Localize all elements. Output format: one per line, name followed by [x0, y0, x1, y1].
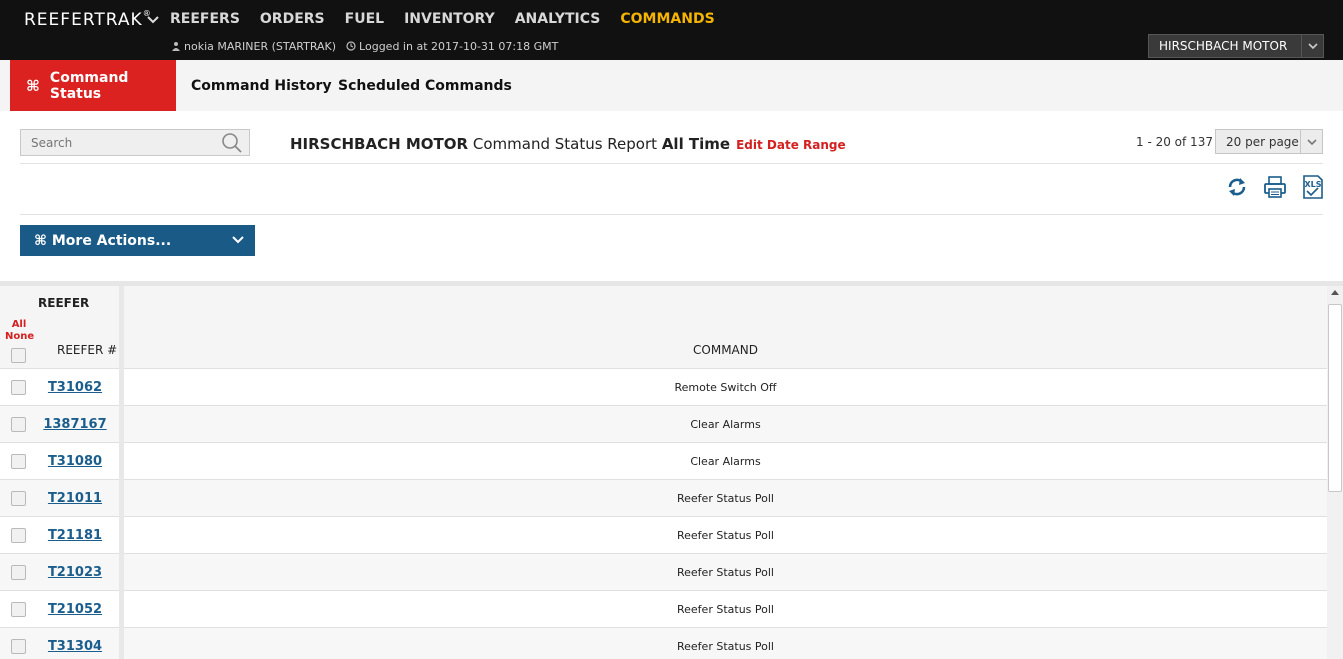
clock-icon [346, 41, 356, 51]
refresh-icon[interactable] [1225, 175, 1249, 199]
reefer-header: REEFER All None REEFER # [0, 286, 119, 369]
tab-command-status[interactable]: ⌘ Command Status [10, 60, 176, 111]
command-cell: Clear Alarms [690, 455, 761, 468]
command-cell: Reefer Status Poll [677, 640, 774, 653]
command-header: COMMAND [124, 286, 1327, 369]
edit-date-range-link[interactable]: Edit Date Range [736, 138, 846, 152]
search-box[interactable] [20, 129, 250, 156]
select-all-none: All None [5, 319, 34, 343]
vertical-scrollbar[interactable] [1327, 286, 1343, 659]
nav-analytics[interactable]: ANALYTICS [515, 11, 601, 27]
search-input[interactable] [21, 130, 211, 155]
table-row: Reefer Status Poll [124, 554, 1327, 591]
divider [20, 214, 1323, 215]
user-name: nokia MARINER (STARTRAK) [171, 40, 336, 53]
company-select[interactable]: HIRSCHBACH MOTOR [1148, 34, 1324, 58]
chevron-down-icon[interactable] [1300, 130, 1322, 153]
more-actions-button[interactable]: ⌘ More Actions... [20, 225, 255, 256]
scroll-thumb[interactable] [1328, 304, 1342, 492]
table-row: Reefer Status Poll [124, 628, 1327, 659]
table-row: T31304 [0, 628, 119, 659]
table-row: T21181 [0, 517, 119, 554]
table-row: Reefer Status Poll [124, 480, 1327, 517]
table-row: T21011 [0, 480, 119, 517]
command-cell: Reefer Status Poll [677, 529, 774, 542]
table-row: T21052 [0, 591, 119, 628]
command-column-header: COMMAND [693, 343, 758, 357]
nav-reefers[interactable]: REEFERS [170, 11, 240, 27]
table-row: Remote Switch Off [124, 369, 1327, 406]
svg-text:XLS: XLS [1304, 180, 1321, 189]
scroll-up-arrow[interactable] [1331, 290, 1339, 295]
command-cell: Reefer Status Poll [677, 492, 774, 505]
top-bar: REEFERTRAK® REEFERS ORDERS FUEL INVENTOR… [0, 0, 1343, 60]
table-row: 1387167 [0, 406, 119, 443]
command-icon: ⌘ [26, 76, 40, 95]
main-nav: REEFERS ORDERS FUEL INVENTORY ANALYTICS … [170, 11, 715, 27]
tab-bar: ⌘ Command Status Command History Schedule… [0, 60, 1343, 111]
table-row: Reefer Status Poll [124, 591, 1327, 628]
search-icon[interactable] [221, 132, 243, 154]
xls-export-icon[interactable]: XLS [1301, 175, 1325, 199]
chevron-down-icon [232, 236, 244, 244]
table-row: T31080 [0, 443, 119, 480]
reefer-number-header: REEFER # [57, 343, 118, 357]
login-time: Logged in at 2017-10-31 07:18 GMT [346, 40, 558, 53]
divider [20, 163, 1323, 164]
command-cell: Reefer Status Poll [677, 566, 774, 579]
reefer-group-header: REEFER [38, 296, 90, 310]
nav-inventory[interactable]: INVENTORY [404, 11, 495, 27]
per-page-select[interactable]: 20 per page [1215, 129, 1323, 154]
table-row: Clear Alarms [124, 443, 1327, 480]
nav-fuel[interactable]: FUEL [345, 11, 384, 27]
command-status-table: REEFER All None REEFER # T31062 1387167 T3… [0, 286, 1327, 659]
chevron-down-icon[interactable] [146, 12, 160, 26]
tab-scheduled-commands[interactable]: Scheduled Commands [338, 60, 512, 111]
table-row: T21023 [0, 554, 119, 591]
table-row: T31062 [0, 369, 119, 406]
select-all-link[interactable]: All [5, 319, 33, 331]
pagination-info: 1 - 20 of 137 [1136, 135, 1213, 149]
table-row: Clear Alarms [124, 406, 1327, 443]
command-cell: Clear Alarms [690, 418, 761, 431]
command-column: COMMAND Remote Switch Off Clear Alarms Cle… [124, 286, 1327, 659]
report-title: HIRSCHBACH MOTOR Command Status Report A… [290, 135, 846, 153]
nav-orders[interactable]: ORDERS [260, 11, 325, 27]
user-icon [172, 42, 180, 51]
command-cell: Reefer Status Poll [677, 603, 774, 616]
print-icon[interactable] [1263, 175, 1287, 199]
command-cell: Remote Switch Off [674, 381, 777, 394]
toolbar: XLS [1225, 175, 1325, 199]
select-none-link[interactable]: None [5, 331, 34, 343]
reefer-column: REEFER All None REEFER # T31062 1387167 T3… [0, 286, 119, 659]
nav-commands[interactable]: COMMANDS [620, 11, 714, 27]
brand-logo[interactable]: REEFERTRAK® [24, 9, 152, 30]
select-all-checkbox[interactable] [11, 348, 26, 363]
user-info: nokia MARINER (STARTRAK) Logged in at 20… [171, 40, 558, 53]
table-row: Reefer Status Poll [124, 517, 1327, 554]
tab-command-history[interactable]: Command History [191, 60, 332, 111]
chevron-down-icon[interactable] [1301, 35, 1323, 57]
